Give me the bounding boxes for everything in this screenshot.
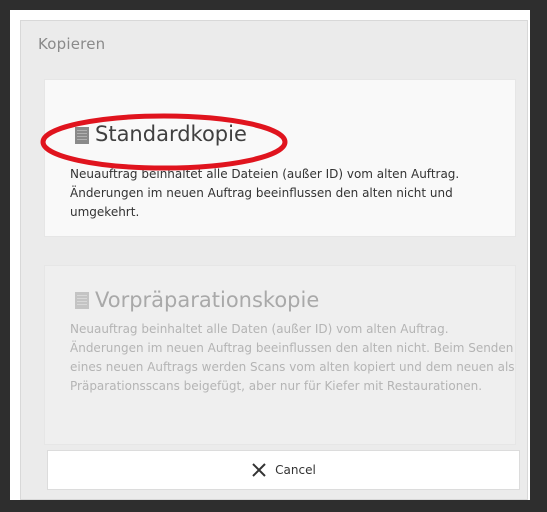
cancel-button[interactable]: Cancel [47,450,520,490]
close-x-icon [252,463,266,477]
cancel-label: Cancel [275,463,316,477]
document-icon [75,292,89,309]
backdrop-edge-left [0,10,10,512]
option-vorpraeparation-description: Neuauftrag beinhaltet alle Daten (außer … [70,322,515,393]
option-standard-heading: Standardkopie [95,122,247,146]
option-standard-description: Neuauftrag beinhaltet alle Dateien (auße… [70,167,460,219]
backdrop-edge-bottom [0,500,547,512]
option-vorpraeparation-heading: Vorpräparationskopie [95,288,320,312]
dialog-title: Kopieren [38,35,106,53]
document-icon [75,127,89,144]
cancel-button-content: Cancel [48,451,519,489]
backdrop-edge-top [0,0,547,10]
backdrop-edge-right [530,0,547,512]
